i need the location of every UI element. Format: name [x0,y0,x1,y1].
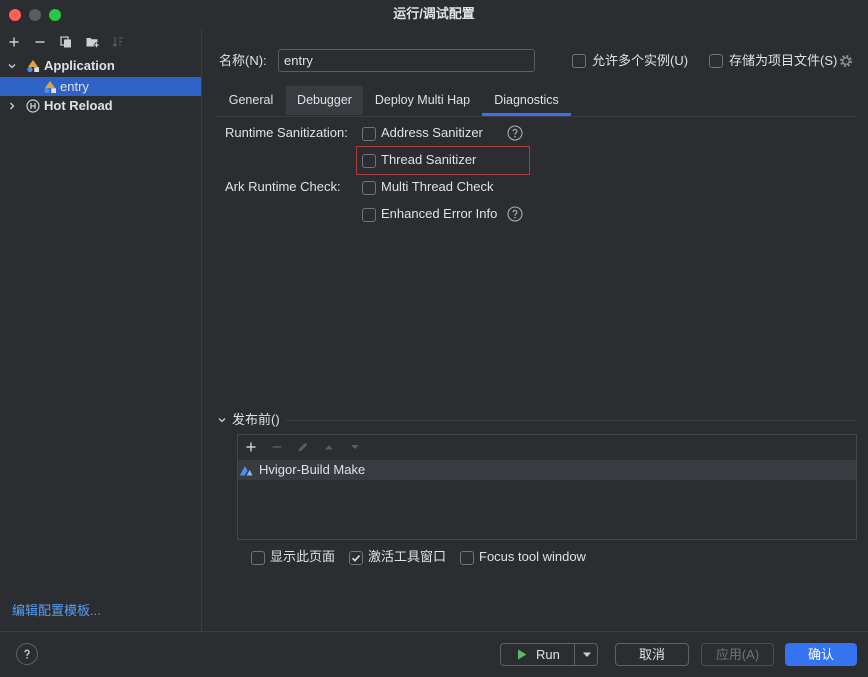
remove-icon [271,441,283,453]
application-config-icon [43,80,57,94]
thread-sanitizer-checkbox[interactable] [362,154,376,168]
tree-item-label: entry [60,79,89,94]
copy-icon[interactable] [60,36,72,48]
folder-add-icon[interactable] [86,36,99,48]
configuration-tree-panel: Application entry Hot Reload 编辑配置模板... [0,28,202,631]
tree-item-hot-reload[interactable]: Hot Reload [0,96,201,116]
task-label: Hvigor-Build Make [259,462,366,477]
hvigor-icon [239,463,253,477]
ok-button[interactable]: 确认 [785,643,857,666]
help-icon[interactable] [507,125,523,141]
show-this-page-checkbox[interactable] [251,551,265,565]
thread-sanitizer-label[interactable]: Thread Sanitizer [381,150,476,170]
chevron-down-icon[interactable] [7,61,17,71]
activate-tool-window-label[interactable]: 激活工具窗口 [368,547,446,567]
focus-tool-window-checkbox[interactable] [460,551,474,565]
tab-deploy-multi-hap[interactable]: Deploy Multi Hap [363,86,482,116]
title-bar: 运行/调试配置 [0,0,868,28]
add-icon[interactable] [245,441,257,453]
window-title: 运行/调试配置 [393,6,475,21]
move-down-icon [349,441,361,453]
before-launch-divider [286,420,857,421]
tab-general[interactable]: General [216,86,286,116]
chevron-down-icon[interactable] [582,652,592,658]
cancel-button[interactable]: 取消 [615,643,689,666]
run-button-divider [574,644,575,665]
tab-debugger[interactable]: Debugger [286,86,363,115]
gear-icon[interactable] [839,54,853,68]
store-as-project-file-label[interactable]: 存储为项目文件(S) [729,51,837,71]
application-config-icon [26,59,40,73]
help-icon[interactable] [507,206,523,222]
before-launch-title[interactable]: 发布前() [232,410,280,430]
help-button[interactable] [16,643,38,665]
multi-thread-check-checkbox[interactable] [362,181,376,195]
tree-item-application[interactable]: Application [0,56,201,76]
tree-item-entry[interactable]: entry [0,77,201,96]
before-launch-task-list: Hvigor-Build Make [237,434,857,540]
focus-tool-window-label[interactable]: Focus tool window [479,547,586,567]
allow-multiple-instances-checkbox[interactable] [572,54,586,68]
apply-button[interactable]: 应用(A) [701,643,774,666]
tree-item-label: Hot Reload [44,98,113,113]
play-icon [517,649,527,660]
name-label: 名称(N): [219,53,267,68]
run-button-label: Run [536,647,560,662]
edit-icon [297,441,309,453]
chevron-down-icon[interactable] [217,415,227,425]
multi-thread-check-label[interactable]: Multi Thread Check [381,177,493,197]
name-input[interactable] [278,49,535,72]
show-this-page-label[interactable]: 显示此页面 [270,547,335,567]
chevron-right-icon[interactable] [7,101,17,111]
add-icon[interactable] [8,36,20,48]
run-button[interactable]: Run [500,643,598,666]
tree-item-label: Application [44,58,115,73]
tab-diagnostics[interactable]: Diagnostics [482,86,571,116]
address-sanitizer-label[interactable]: Address Sanitizer [381,123,483,143]
allow-multiple-instances-label[interactable]: 允许多个实例(U) [592,51,688,71]
enhanced-error-info-label[interactable]: Enhanced Error Info [381,204,497,224]
store-as-project-file-checkbox[interactable] [709,54,723,68]
enhanced-error-info-checkbox[interactable] [362,208,376,222]
before-launch-task-row[interactable]: Hvigor-Build Make [238,460,856,480]
move-up-icon [323,441,335,453]
runtime-sanitization-label: Runtime Sanitization: [225,125,348,140]
ark-runtime-check-label: Ark Runtime Check: [225,179,341,194]
sort-icon [112,36,124,48]
tabs-divider [216,116,857,117]
address-sanitizer-checkbox[interactable] [362,127,376,141]
configuration-editor-panel: 名称(N): 允许多个实例(U) 存储为项目文件(S) General Debu… [202,28,868,631]
question-icon [24,649,30,659]
edit-configuration-templates-link[interactable]: 编辑配置模板... [12,601,101,621]
hot-reload-icon [26,99,40,113]
dialog-footer: Run 取消 应用(A) 确认 [0,631,868,677]
activate-tool-window-checkbox[interactable] [349,551,363,565]
remove-icon[interactable] [34,36,46,48]
